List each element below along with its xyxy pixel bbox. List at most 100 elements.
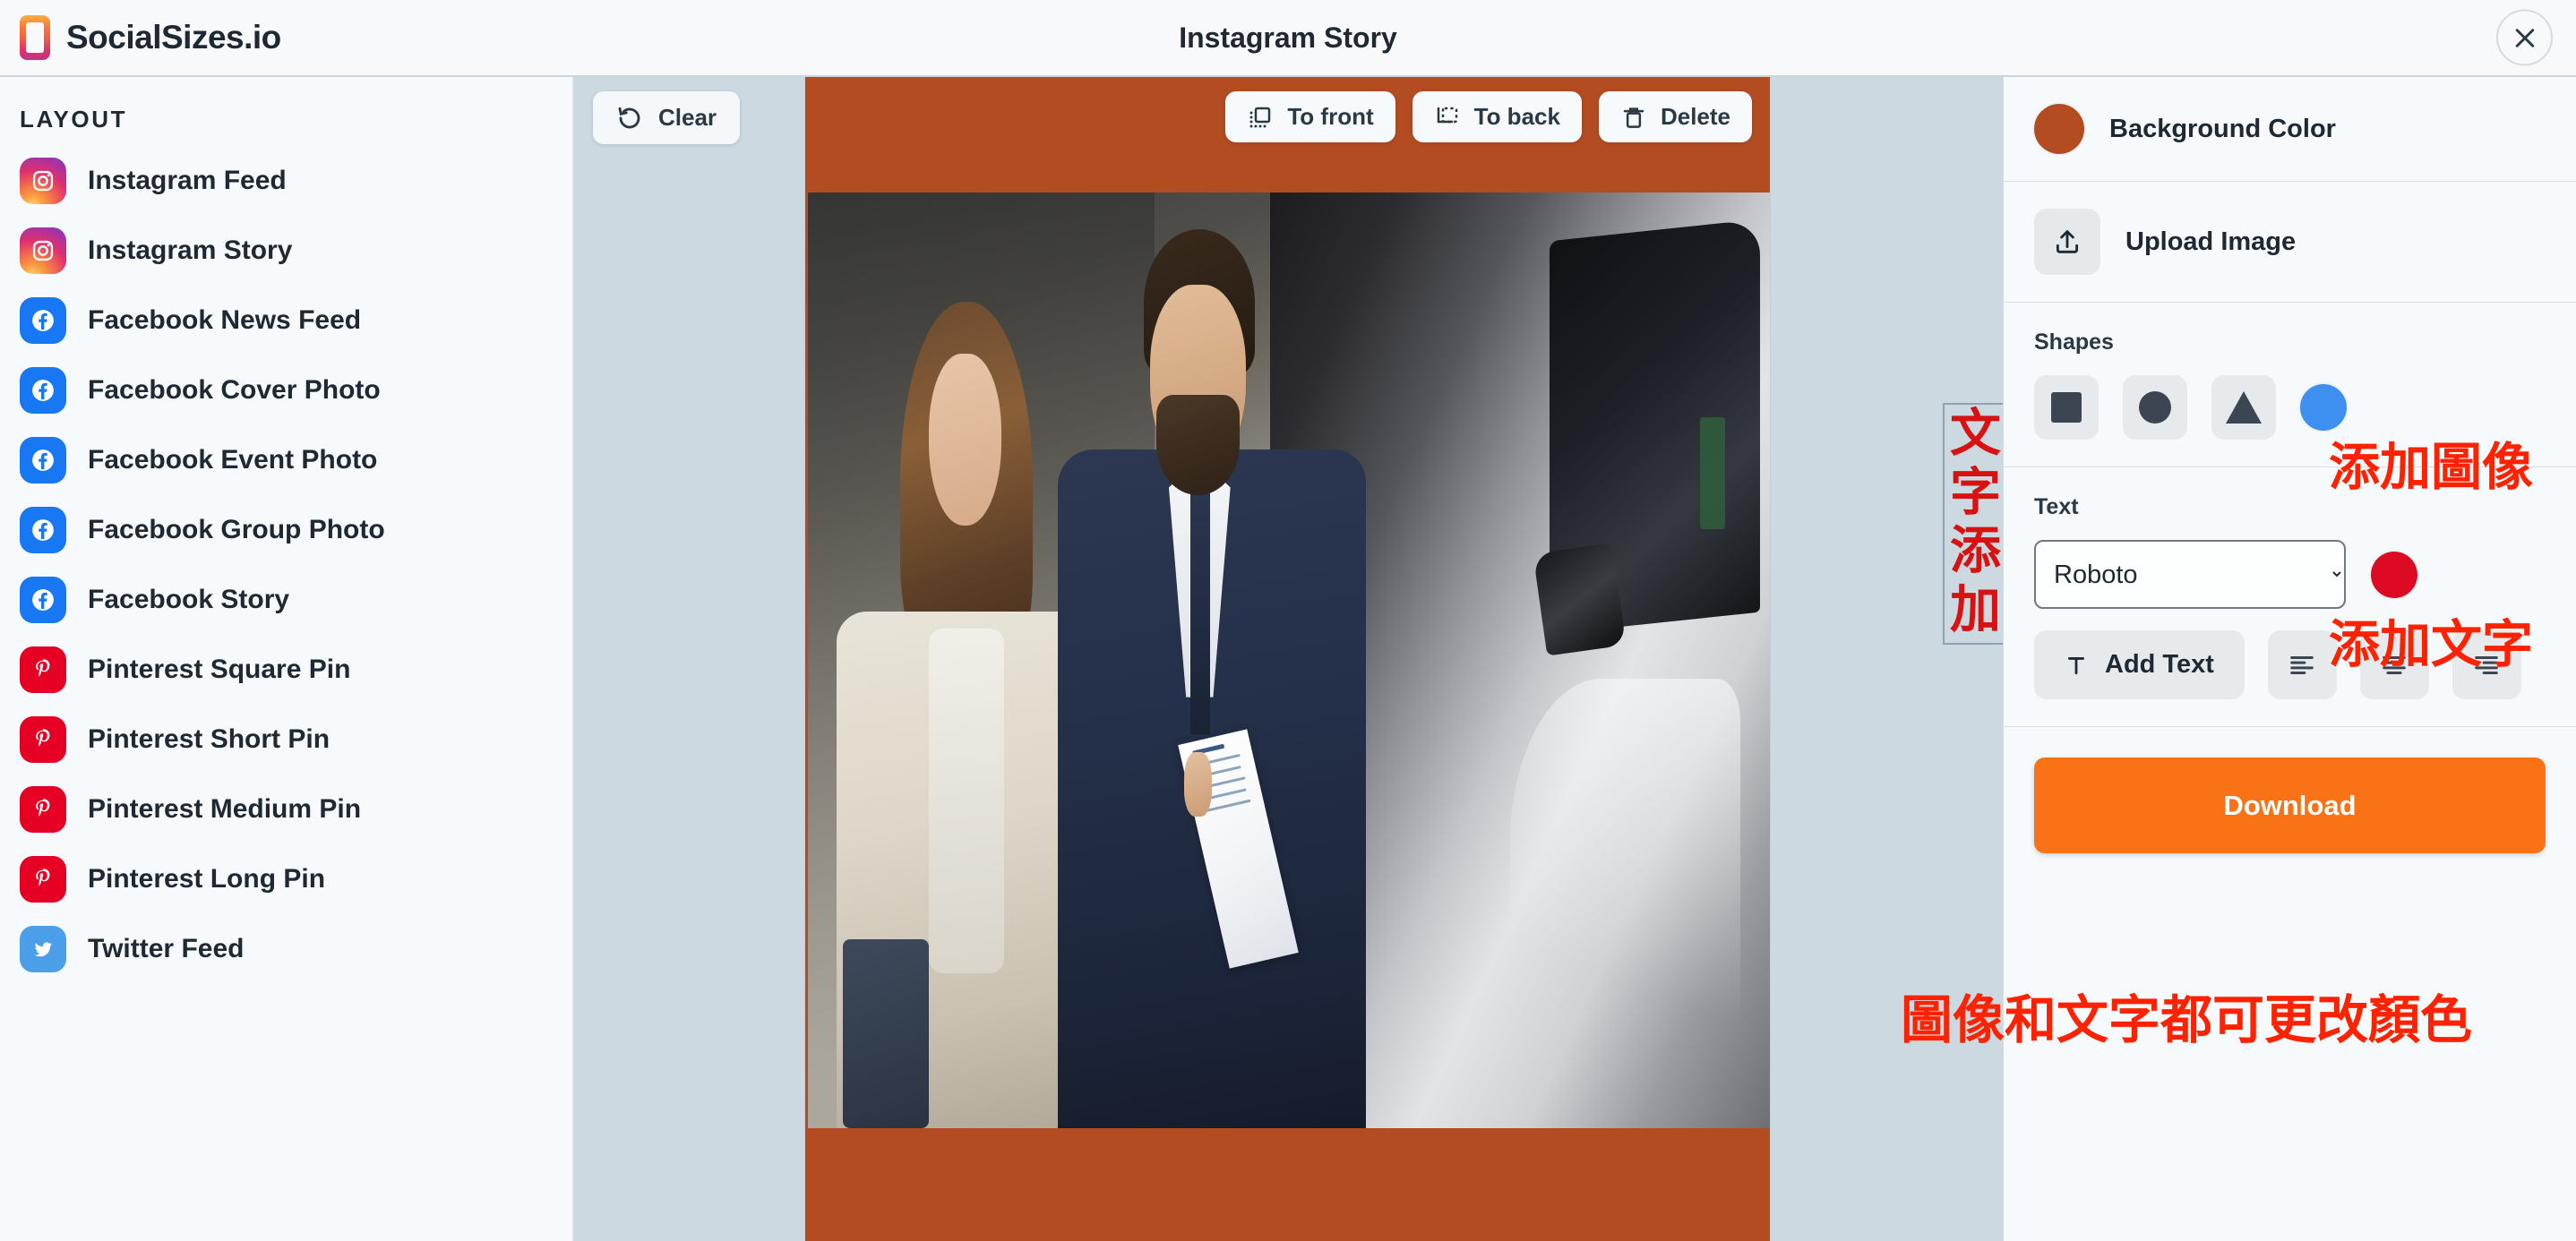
pinterest-icon xyxy=(20,786,66,833)
text-t-icon xyxy=(2068,656,2084,674)
circle-shape-button[interactable] xyxy=(2123,375,2187,440)
pinterest-icon xyxy=(20,856,66,903)
align-left-button[interactable] xyxy=(2267,630,2337,699)
delete-button[interactable]: Delete xyxy=(1598,91,1752,142)
sidebar-item-label: Facebook Event Photo xyxy=(88,445,378,475)
pinterest-icon xyxy=(20,716,66,763)
instagram-phone-logo-icon xyxy=(20,15,50,60)
brand-name: SocialSizes.io xyxy=(66,19,281,56)
person-man xyxy=(1058,211,1366,1128)
facebook-icon xyxy=(20,577,66,623)
upload-image-label: Upload Image xyxy=(2125,227,2297,256)
square-icon xyxy=(2051,392,2082,423)
background-color-label: Background Color xyxy=(2109,114,2336,143)
app-root: SocialSizes.io Instagram Story LAYOUT In… xyxy=(0,0,2576,1241)
sidebar-item-facebook-group-photo[interactable]: Facebook Group Photo xyxy=(0,495,572,565)
clear-button[interactable]: Clear xyxy=(593,91,741,144)
woman-inner-top xyxy=(929,629,1005,973)
man-hand xyxy=(1184,752,1213,817)
sidebar-item-label: Facebook Group Photo xyxy=(88,515,385,544)
page-title: Instagram Story xyxy=(1179,21,1397,54)
add-text-button[interactable]: Add Text xyxy=(2034,630,2245,699)
to-back-label: To back xyxy=(1473,103,1560,130)
download-section: Download xyxy=(2004,727,2576,884)
align-center-button[interactable] xyxy=(2359,630,2429,699)
sidebar-item-twitter-feed[interactable]: Twitter Feed xyxy=(0,914,572,984)
to-back-button[interactable]: To back xyxy=(1412,91,1582,142)
font-family-select[interactable]: Roboto xyxy=(2034,540,2346,609)
close-icon xyxy=(2515,28,2534,47)
sidebar-item-instagram-feed[interactable]: Instagram Feed xyxy=(0,146,572,216)
shape-color-swatch[interactable] xyxy=(2300,384,2347,431)
facebook-icon xyxy=(20,437,66,484)
upload-image-button[interactable] xyxy=(2034,209,2100,275)
triangle-shape-button[interactable] xyxy=(2211,375,2276,440)
canvas-text-object[interactable]: 文字添加 xyxy=(1943,403,2003,646)
brand[interactable]: SocialSizes.io xyxy=(0,15,281,60)
sidebar-item-facebook-story[interactable]: Facebook Story xyxy=(0,565,572,635)
instagram-icon xyxy=(20,158,66,204)
background-color-section: Background Color xyxy=(2004,77,2576,182)
sidebar-item-facebook-event-photo[interactable]: Facebook Event Photo xyxy=(0,425,572,495)
sidebar-item-label: Instagram Feed xyxy=(88,166,287,195)
sidebar-item-label: Facebook News Feed xyxy=(88,305,362,335)
man-beard xyxy=(1156,394,1240,496)
car-highlight xyxy=(1509,679,1740,1091)
sidebar-item-facebook-cover-photo[interactable]: Facebook Cover Photo xyxy=(0,355,572,425)
canvas-image-object[interactable] xyxy=(808,193,1770,1128)
trash-icon xyxy=(1623,107,1644,128)
shapes-title: Shapes xyxy=(2034,330,2114,355)
sidebar-item-label: Instagram Story xyxy=(88,235,293,265)
to-front-button[interactable]: To front xyxy=(1225,91,1395,142)
instagram-icon xyxy=(20,227,66,274)
showroom-sign xyxy=(1699,416,1725,530)
align-left-icon xyxy=(2290,655,2314,674)
add-text-label: Add Text xyxy=(2105,650,2214,679)
facebook-icon xyxy=(20,507,66,553)
close-button[interactable] xyxy=(2496,9,2553,66)
shapes-section: Shapes xyxy=(2004,303,2576,467)
clear-button-label: Clear xyxy=(658,104,717,131)
send-to-back-icon xyxy=(1437,107,1457,123)
sidebar-item-label: Pinterest Medium Pin xyxy=(88,794,362,824)
square-shape-button[interactable] xyxy=(2034,375,2099,440)
app-body: LAYOUT Instagram Feed Instagram Story Face… xyxy=(0,77,2576,1241)
download-button[interactable]: Download xyxy=(2034,757,2546,853)
align-right-icon xyxy=(2475,655,2499,674)
car-side-mirror xyxy=(1533,543,1627,656)
man-tie xyxy=(1190,486,1211,734)
sidebar-item-instagram-story[interactable]: Instagram Story xyxy=(0,216,572,286)
sidebar-nav-list: Instagram Feed Instagram Story Facebook Ne… xyxy=(0,146,572,984)
text-title: Text xyxy=(2034,494,2079,519)
rotate-ccw-icon xyxy=(618,107,640,128)
tools-panel: Background Color Upload Image Shapes Tex… xyxy=(2003,77,2576,1241)
app-header: SocialSizes.io Instagram Story xyxy=(0,0,2576,77)
sidebar-item-pinterest-medium-pin[interactable]: Pinterest Medium Pin xyxy=(0,775,572,844)
align-right-button[interactable] xyxy=(2451,630,2521,699)
sidebar-item-facebook-news-feed[interactable]: Facebook News Feed xyxy=(0,286,572,355)
sidebar-item-label: Pinterest Square Pin xyxy=(88,655,351,684)
upload-image-section: Upload Image xyxy=(2004,182,2576,303)
pinterest-icon xyxy=(20,646,66,693)
sidebar-item-label: Pinterest Long Pin xyxy=(88,864,326,894)
canvas-stage[interactable]: To front To back Delete xyxy=(805,77,1770,1241)
text-section: Text Roboto Add Text xyxy=(2004,467,2576,727)
facebook-icon xyxy=(20,367,66,414)
background-color-swatch[interactable] xyxy=(2034,104,2084,154)
sidebar-item-pinterest-long-pin[interactable]: Pinterest Long Pin xyxy=(0,844,572,914)
circle-icon xyxy=(2139,391,2171,424)
bring-to-front-icon xyxy=(1249,107,1271,127)
sidebar: LAYOUT Instagram Feed Instagram Story Face… xyxy=(0,77,573,1241)
facebook-icon xyxy=(20,297,66,344)
text-color-swatch[interactable] xyxy=(2371,551,2417,598)
canvas-object-toolbar: To front To back Delete xyxy=(1225,91,1752,142)
sidebar-item-pinterest-square-pin[interactable]: Pinterest Square Pin xyxy=(0,635,572,705)
sidebar-item-pinterest-short-pin[interactable]: Pinterest Short Pin xyxy=(0,705,572,775)
canvas-area: Clear To front To back Delete 文字添加 xyxy=(573,77,2003,1241)
delete-label: Delete xyxy=(1660,103,1730,130)
twitter-icon xyxy=(20,926,66,972)
sidebar-item-label: Facebook Story xyxy=(88,585,290,614)
woman-face xyxy=(929,353,1001,526)
triangle-icon xyxy=(2226,391,2262,424)
sidebar-item-label: Facebook Cover Photo xyxy=(88,375,381,405)
